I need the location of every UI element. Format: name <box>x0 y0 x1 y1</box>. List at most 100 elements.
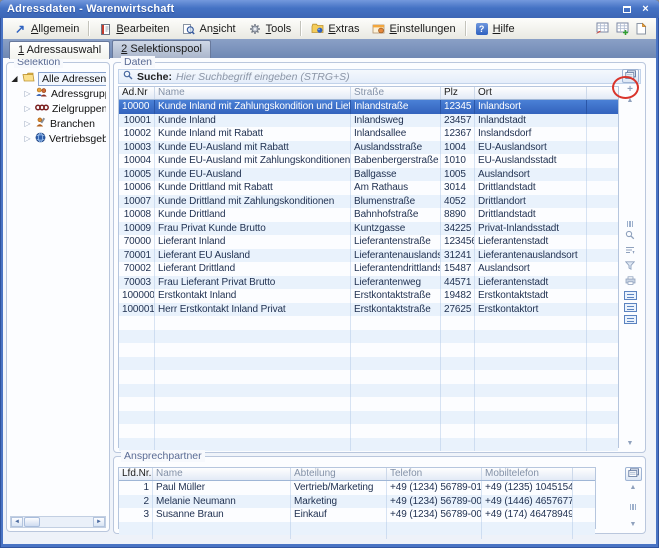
scroll-left-icon[interactable]: ◄ <box>11 517 23 527</box>
table-row[interactable]: 100001Herr Erstkontakt Inland PrivatErst… <box>119 303 618 317</box>
menu-tools[interactable]: Tools <box>242 20 298 37</box>
table-row[interactable]: 70000Lieferant InlandLieferantenstraße12… <box>119 235 618 249</box>
tree-horizontal-scrollbar[interactable]: ◄ ► <box>10 516 106 528</box>
table-cell <box>587 127 618 141</box>
menu-label: Extras <box>328 23 359 35</box>
sort-small-icon[interactable] <box>625 246 635 258</box>
table-cell <box>153 522 291 536</box>
menu-allgemein[interactable]: ↗ Allgemein <box>7 20 85 37</box>
folder-ball-icon <box>310 22 324 35</box>
table-cell <box>119 424 155 438</box>
menu-einstellungen[interactable]: Einstellungen <box>366 20 462 37</box>
table-cell <box>351 357 441 371</box>
table-cell: 12367 <box>441 127 475 141</box>
grip-icon[interactable] <box>627 221 634 227</box>
table-cell: Marketing <box>291 495 387 509</box>
collapsed-twistie-icon[interactable]: ▷ <box>23 89 32 98</box>
table-row[interactable]: 10000Kunde Inland mit Zahlungskondition … <box>119 100 618 114</box>
scroll-down-icon[interactable]: ▼ <box>630 521 637 529</box>
scroll-right-icon[interactable]: ► <box>93 517 105 527</box>
contacts-right-rail: ▲ ▼ <box>625 467 641 529</box>
table-row[interactable]: 10003Kunde EU-Ausland mit RabattAuslands… <box>119 141 618 155</box>
column-header-name[interactable]: Name <box>155 87 351 99</box>
table-row[interactable]: 10008Kunde DrittlandBahnhofstraße8890Dri… <box>119 208 618 222</box>
column-header-name[interactable]: Name <box>153 468 291 480</box>
column-header-abteilung[interactable]: Abteilung <box>291 468 387 480</box>
table-row[interactable]: 70001Lieferant EU AuslandLieferantenausl… <box>119 249 618 263</box>
table-row[interactable]: 10007Kunde Drittland mit Zahlungskonditi… <box>119 195 618 209</box>
table-cell <box>573 522 595 536</box>
table-remove-icon[interactable] <box>595 22 610 35</box>
tree-item-adressgruppen[interactable]: ▷ Adressgruppen <box>23 86 106 101</box>
table-cell <box>587 195 618 209</box>
menu-bearbeiten[interactable]: Bearbeiten <box>92 20 175 37</box>
new-page-icon[interactable] <box>635 22 650 35</box>
tree-item-zielgruppen[interactable]: ▷ Zielgruppen <box>23 101 106 116</box>
restore-button[interactable] <box>618 2 635 16</box>
table-row[interactable]: 2Melanie NeumannMarketing+49 (1234) 5678… <box>119 495 595 509</box>
table-row[interactable]: 10004Kunde EU-Ausland mit Zahlungskondit… <box>119 154 618 168</box>
scroll-down-icon[interactable]: ▼ <box>627 440 634 448</box>
table-row[interactable]: 10009Frau Privat Kunde BruttoKuntzgasse3… <box>119 222 618 236</box>
collapsed-twistie-icon[interactable]: ▷ <box>23 134 32 143</box>
scrollbar-track[interactable] <box>41 517 93 527</box>
table-row[interactable]: 70003Frau Lieferant Privat BruttoLiefera… <box>119 276 618 290</box>
scroll-up-icon[interactable]: ▲ <box>630 484 637 492</box>
column-header-mobiltelefon[interactable]: Mobiltelefon <box>482 468 573 480</box>
column-header-strasse[interactable]: Straße <box>351 87 441 99</box>
table-row[interactable]: 10006Kunde Drittland mit RabattAm Rathau… <box>119 181 618 195</box>
table-row[interactable]: 70002Lieferant DrittlandLieferantendritt… <box>119 262 618 276</box>
search-small-icon[interactable] <box>625 230 635 243</box>
tree-item-alle-adressen[interactable]: ◢ Alle Adressen <box>10 71 106 86</box>
view-list-icon[interactable] <box>624 303 637 312</box>
table-row[interactable]: 10002Kunde Inland mit RabattInlandsallee… <box>119 127 618 141</box>
tree-item-branchen[interactable]: ▷ Branchen <box>23 116 106 131</box>
column-header-adnr[interactable]: Ad.Nr ▼ <box>119 87 155 99</box>
table-cell: Lieferantenstadt <box>475 235 587 249</box>
table-cell <box>441 424 475 438</box>
close-button[interactable]: × <box>637 2 654 16</box>
column-header-ort[interactable]: Ort <box>475 87 587 99</box>
table-cell <box>291 535 387 539</box>
menu-extras[interactable]: Extras <box>304 20 365 37</box>
table-cell <box>587 289 618 303</box>
empty-row <box>119 411 618 425</box>
scrollbar-thumb[interactable] <box>24 517 40 527</box>
menu-ansicht[interactable]: Ansicht <box>176 20 242 37</box>
table-cell <box>475 316 587 330</box>
expanded-twistie-icon[interactable]: ◢ <box>10 74 19 83</box>
collapsed-twistie-icon[interactable]: ▷ <box>23 119 32 128</box>
table-row[interactable]: 3Susanne BraunEinkauf+49 (1234) 56789-00… <box>119 508 595 522</box>
column-header-lfdnr[interactable]: Lfd.Nr. <box>119 468 153 480</box>
grid-header-row: Lfd.Nr. Name Abteilung Telefon Mobiltele… <box>119 468 595 481</box>
table-cell: Susanne Braun <box>153 508 291 522</box>
view-list-icon[interactable] <box>624 291 637 300</box>
table-add-icon[interactable] <box>615 22 630 35</box>
table-cell <box>387 522 482 536</box>
filter-icon[interactable] <box>625 261 635 273</box>
table-row[interactable]: 10005Kunde EU-AuslandBallgasse1005Auslan… <box>119 168 618 182</box>
column-header-plz[interactable]: Plz <box>441 87 475 99</box>
table-cell: 19482 <box>441 289 475 303</box>
view-list-icon[interactable] <box>624 315 637 324</box>
menu-hilfe[interactable]: ? Hilfe <box>469 20 521 37</box>
table-cell: Erstkontakt Inland <box>155 289 351 303</box>
table-row[interactable]: 100000Erstkontakt InlandErstkontaktstraß… <box>119 289 618 303</box>
table-row[interactable]: 1Paul MüllerVertrieb/Marketing+49 (1234)… <box>119 481 595 495</box>
table-cell: Inlandsort <box>475 100 587 114</box>
table-cell <box>119 535 153 539</box>
print-icon[interactable] <box>625 276 636 288</box>
column-chooser-button[interactable] <box>625 467 642 481</box>
search-input[interactable] <box>176 71 636 83</box>
column-header-telefon[interactable]: Telefon <box>387 468 482 480</box>
collapsed-twistie-icon[interactable]: ▷ <box>23 104 32 113</box>
tab-adressauswahl[interactable]: 1 Adressauswahl <box>9 41 110 59</box>
table-cell: 123456 <box>441 235 475 249</box>
table-cell <box>587 316 618 330</box>
table-cell: 70003 <box>119 276 155 290</box>
table-cell: Auslandsort <box>475 168 587 182</box>
search-icon <box>123 70 133 83</box>
table-row[interactable]: 10001Kunde InlandInlandsweg23457Inlandst… <box>119 114 618 128</box>
tree-item-vertriebsgebiete[interactable]: ▷ Vertriebsgebiete <box>23 131 106 146</box>
grip-icon[interactable] <box>630 504 637 510</box>
